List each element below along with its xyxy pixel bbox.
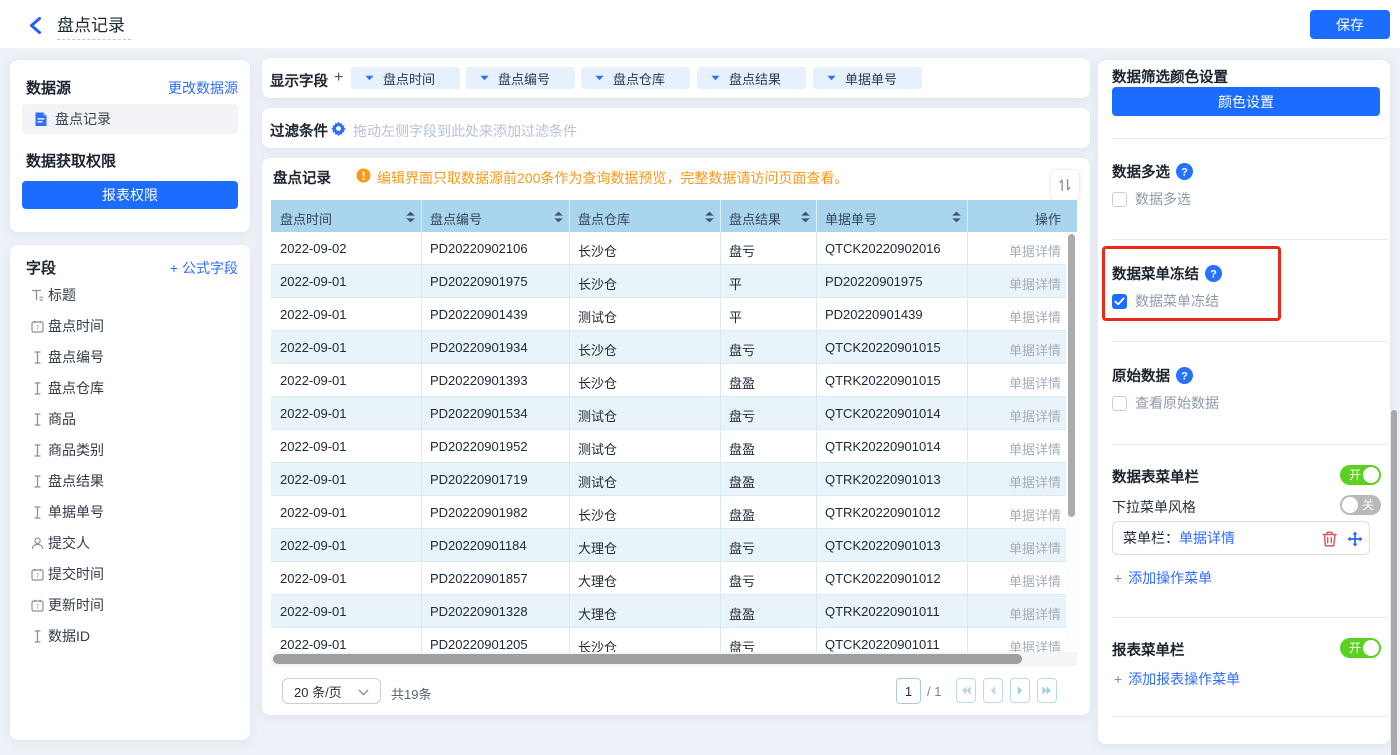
svg-text:?: ? — [1210, 269, 1217, 281]
svg-text:7: 7 — [36, 325, 40, 332]
svg-text:?: ? — [1181, 167, 1188, 179]
svg-text:7: 7 — [36, 573, 40, 580]
svg-text:7: 7 — [36, 604, 40, 611]
svg-text:?: ? — [1181, 371, 1188, 383]
